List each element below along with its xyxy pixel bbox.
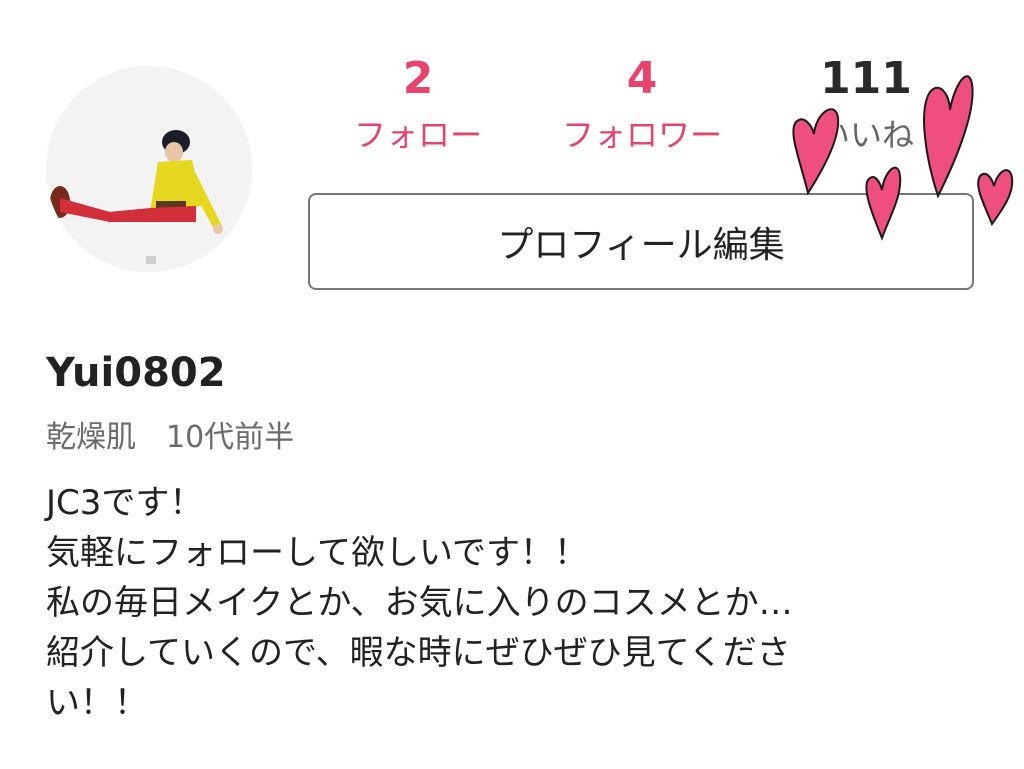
bio-line: い！！ — [46, 683, 148, 723]
bio-line: 紹介していくので、暇な時にぜひぜひ見てくださ — [46, 633, 791, 673]
followers-count: 4 — [626, 53, 658, 104]
edit-profile-button-label: プロフィール編集 — [497, 224, 785, 266]
avatar[interactable] — [46, 66, 252, 272]
likes-count: 111 — [820, 53, 912, 104]
bio-line: JC3です！ — [46, 483, 204, 523]
following-stat[interactable]: 2 フォロー — [318, 52, 518, 160]
heart-icon — [977, 169, 1014, 227]
edit-profile-button[interactable]: プロフィール編集 — [308, 193, 974, 290]
following-count: 2 — [402, 53, 434, 104]
skin-type-age: 乾燥肌 10代前半 — [46, 420, 295, 455]
bio: JC3です！ 気軽にフォローして欲しいです！！ 私の毎日メイクとか、お気に入りの… — [46, 478, 946, 728]
likes-stat[interactable]: 111 いいね — [766, 52, 966, 160]
following-label: フォロー — [353, 116, 482, 154]
followers-label: フォロワー — [561, 116, 722, 154]
username: Yui0802 — [46, 350, 226, 396]
avatar-photo — [46, 66, 252, 272]
bio-line: 気軽にフォローして欲しいです！！ — [46, 533, 588, 573]
likes-label: いいね — [817, 116, 914, 154]
bio-line: 私の毎日メイクとか、お気に入りのコスメとか… — [46, 583, 793, 623]
followers-stat[interactable]: 4 フォロワー — [542, 52, 742, 160]
